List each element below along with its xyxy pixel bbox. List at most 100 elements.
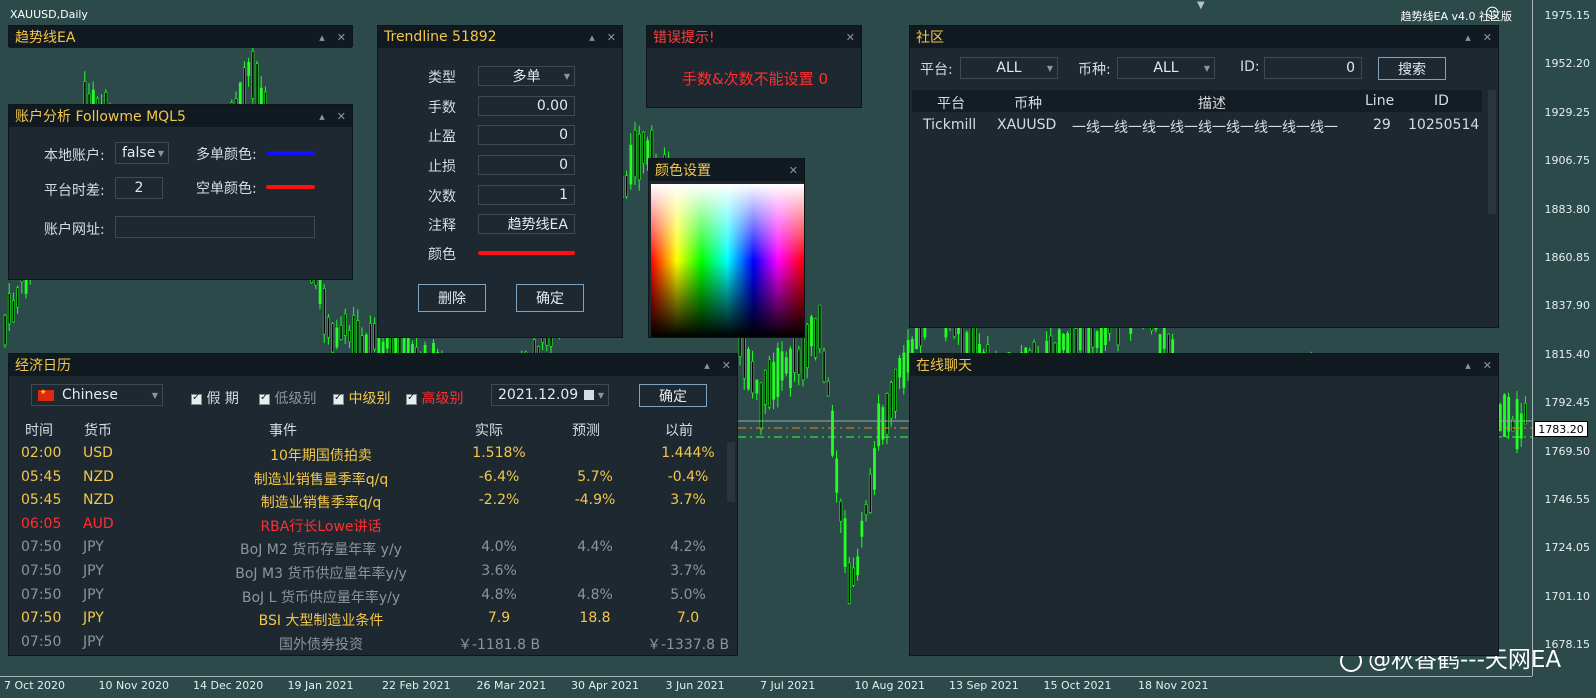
candle-body [763,369,767,405]
panel-title: 颜色设置 [655,163,711,179]
close-icon[interactable]: ✕ [789,164,798,177]
time-offset-value: 2 [134,180,144,196]
take-profit-input[interactable]: 0 [478,125,575,145]
filter-label: 中级别 [348,391,391,407]
panel-titlebar[interactable]: 趋势线EA ▴ ✕ [9,26,352,48]
color-settings-panel: 颜色设置 ✕ [648,158,805,338]
table-row[interactable]: 07:50 JPY BoJ L 货币供应量年率y/y 4.8% 4.8% 5.0% [9,584,739,608]
id-input[interactable]: 0 [1264,57,1362,79]
table-row[interactable]: 07:50 JPY BoJ M2 货币存量年率 y/y 4.0% 4.4% 4.2% [9,536,739,560]
minimize-icon[interactable]: ▴ [1465,31,1471,44]
filter-medium[interactable]: 中级别 [333,388,390,408]
local-account-value: false [122,145,156,161]
type-select[interactable]: 多单 ▼ [478,66,575,86]
minimize-icon[interactable]: ▴ [589,31,595,44]
checkbox-icon[interactable] [333,392,344,405]
price-tick-label: 1975.15 [1544,9,1591,22]
candle-body [868,473,872,513]
date-picker[interactable]: 2021.12.09 ▼ [491,384,609,406]
close-icon[interactable]: ✕ [607,31,616,44]
checkbox-icon[interactable] [259,392,270,405]
type-label: 类型 [428,70,456,86]
stop-loss-value: 0 [559,157,568,173]
panel-titlebar[interactable]: 在线聊天 ▴ ✕ [910,354,1498,376]
confirm-button[interactable]: 确定 [516,284,584,312]
close-icon[interactable]: ✕ [1483,359,1492,372]
symbol-select[interactable]: ALL ▼ [1117,57,1215,79]
line-color-swatch[interactable] [478,251,575,255]
candle-body [784,357,788,374]
lots-input[interactable]: 0.00 [478,96,575,116]
table-row[interactable]: 02:00 USD 10年期国债拍卖 1.518% 1.444% [9,442,739,466]
calendar-confirm-button[interactable]: 确定 [639,384,707,407]
close-icon[interactable]: ✕ [337,31,346,44]
candle-body [755,379,759,394]
platform-select[interactable]: ALL ▼ [960,57,1058,79]
scrollbar[interactable] [727,442,735,502]
table-row[interactable]: 07:50 JPY BoJ M3 货币供应量年率y/y 3.6% 3.7% [9,560,739,584]
table-row[interactable]: Tickmill XAUUSD 一线一线一线一线一线一线一线一线一线一 29 1… [912,114,1482,136]
search-button[interactable]: 搜索 [1378,57,1446,80]
checkbox-icon[interactable] [191,392,202,405]
calendar-icon[interactable] [584,390,594,400]
date-tick-label: 19 Jan 2021 [287,679,354,692]
panel-titlebar[interactable]: 颜色设置 ✕ [649,159,804,181]
panel-title: 经济日历 [15,358,71,374]
local-account-select[interactable]: false ▼ [115,142,169,164]
checkbox-icon[interactable] [406,392,417,405]
candle-body [839,500,843,522]
price-tick-label: 1724.05 [1544,541,1591,555]
cell-time: 07:50 [21,563,62,579]
close-icon[interactable]: ✕ [1483,31,1492,44]
minimize-icon[interactable]: ▴ [1465,359,1471,372]
date-tick-label: 10 Nov 2020 [98,679,169,692]
close-icon[interactable]: ✕ [337,110,346,123]
candle-body [826,380,830,397]
stop-loss-label: 止损 [428,159,456,175]
table-row[interactable]: 06:05 AUD RBA行长Lowe讲话 [9,513,739,537]
time-offset-input[interactable]: 2 [115,177,163,199]
cell-event: 制造业销售季率q/q [260,495,382,512]
filter-high[interactable]: 高级别 [406,388,463,408]
close-icon[interactable]: ✕ [722,359,731,372]
filter-low[interactable]: 低级别 [259,388,316,408]
candle-body [339,325,343,340]
color-picker-gradient[interactable] [651,184,804,337]
panel-title: 社区 [916,30,944,46]
panel-titlebar[interactable]: 账户分析 Followme MQL5 ▴ ✕ [9,105,352,127]
cell-event: RBA行长Lowe讲话 [260,518,382,535]
language-select[interactable]: ★ Chinese ▼ [31,384,163,406]
scrollbar[interactable] [1488,90,1496,214]
comment-input[interactable]: 趋势线EA [478,214,575,234]
minimize-icon[interactable]: ▴ [319,110,325,123]
filter-holiday[interactable]: 假 期 [191,388,239,408]
table-row[interactable]: 05:45 NZD 制造业销售季率q/q -2.2% -4.9% 3.7% [9,489,739,513]
panel-titlebar[interactable]: 经济日历 ▴ ✕ [9,354,737,376]
panel-titlebar[interactable]: 错误提示! ✕ [647,26,861,48]
candle-body [793,333,797,373]
panel-titlebar[interactable]: Trendline 51892 ▴ ✕ [378,26,622,48]
close-icon[interactable]: ✕ [846,31,855,44]
id-label: ID: [1240,59,1260,75]
col-line: Line [1365,93,1395,109]
count-input[interactable]: 1 [478,185,575,205]
time-axis [0,676,1532,677]
price-tick-label: 1792.45 [1544,396,1591,410]
cell-actual: 3.6% [481,563,517,579]
stop-loss-input[interactable]: 0 [478,155,575,175]
price-tick-label: 1701.10 [1544,589,1591,603]
price-axis [1532,0,1533,676]
date-tick-label: 30 Apr 2021 [571,679,640,692]
minimize-icon[interactable]: ▴ [319,31,325,44]
delete-button[interactable]: 删除 [418,284,486,312]
candle-body [642,131,645,164]
account-url-input[interactable] [115,216,315,238]
table-row[interactable]: 07:50 JPY 国外债券投资 ￥-1181.8 B ￥-1337.8 B [9,631,739,655]
table-row[interactable]: 05:45 NZD 制造业销售量季率q/q -6.4% 5.7% -0.4% [9,466,739,490]
panel-titlebar[interactable]: 社区 ▴ ✕ [910,26,1498,48]
cell-actual: 4.8% [481,586,517,603]
short-color-swatch[interactable] [266,185,315,189]
long-color-swatch[interactable] [266,151,315,155]
table-row[interactable]: 07:50 JPY BSI 大型制造业条件 7.9 18.8 7.0 [9,607,739,631]
minimize-icon[interactable]: ▴ [704,359,710,372]
